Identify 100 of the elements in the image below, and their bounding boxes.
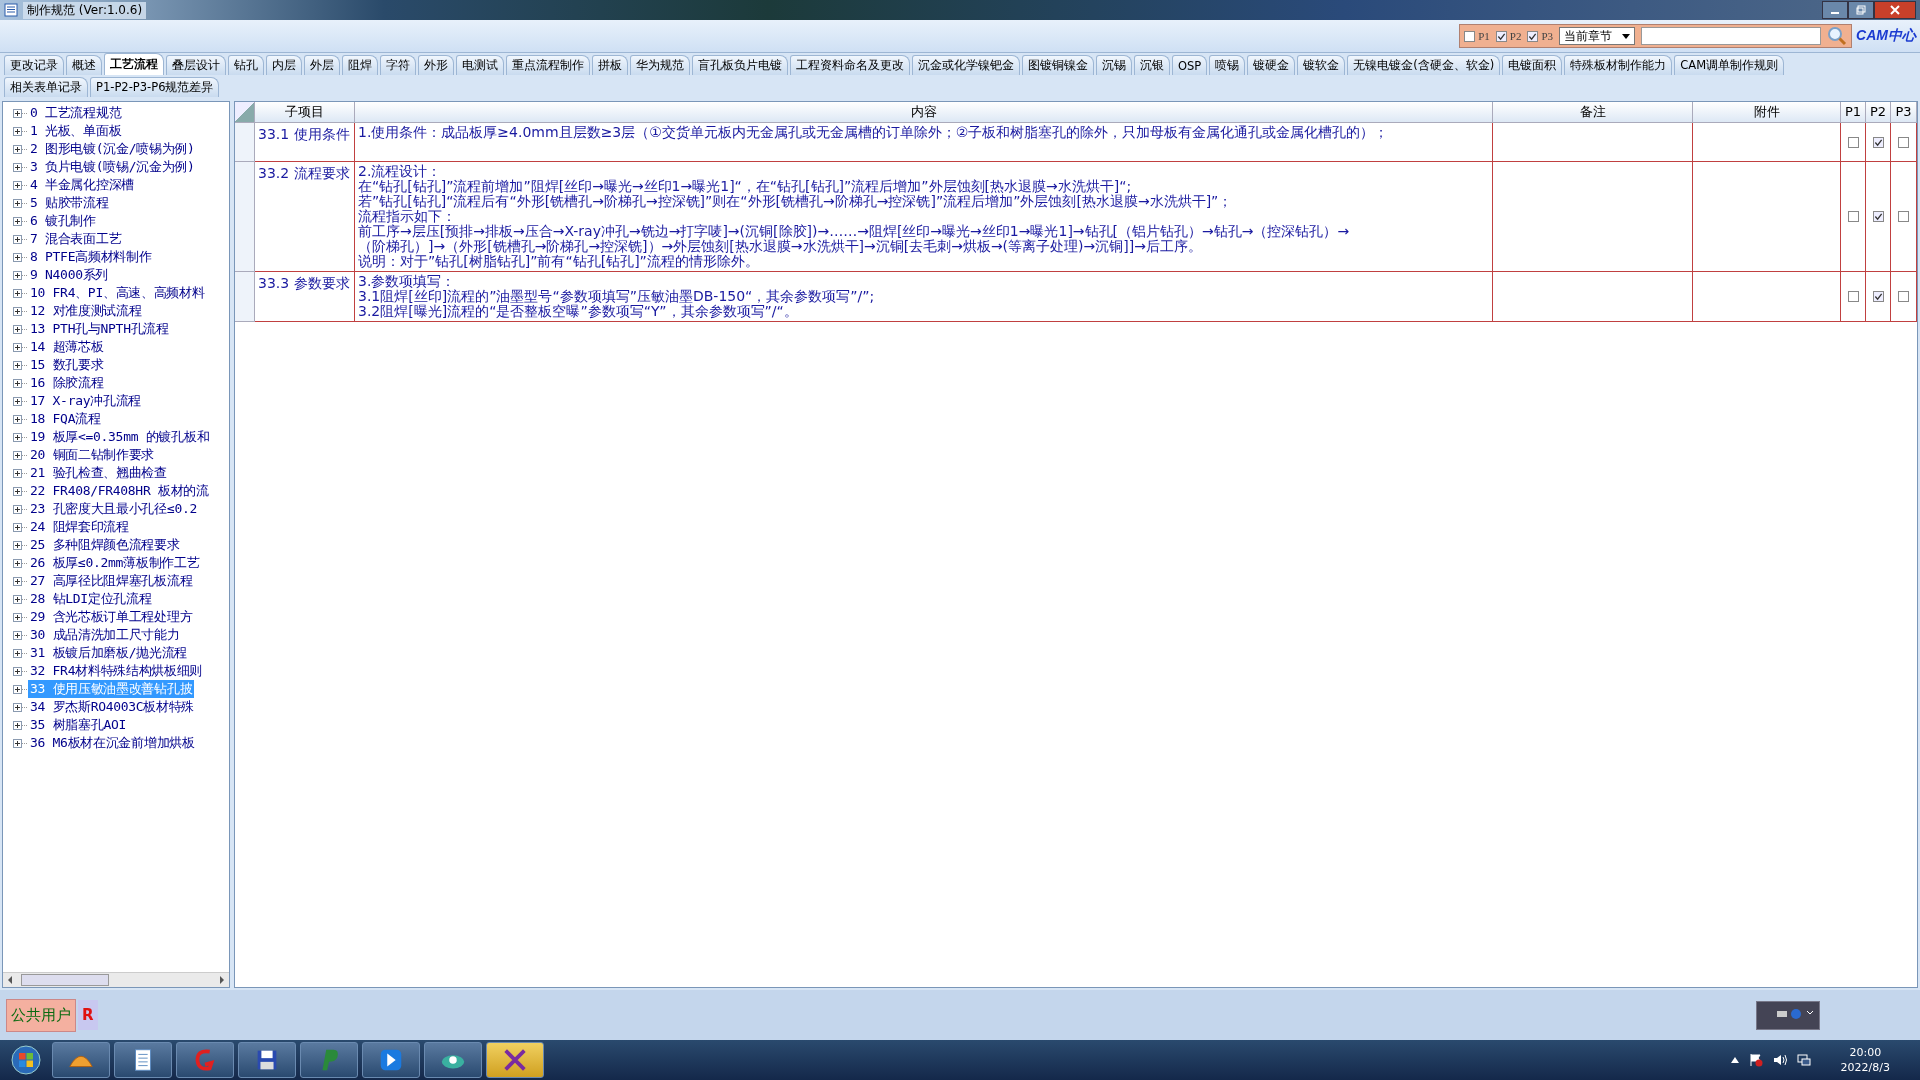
tab[interactable]: 喷锡	[1209, 55, 1246, 75]
expand-icon[interactable]	[13, 738, 22, 748]
tree-item[interactable]: 22 FR408/FR408HR 板材的流	[28, 482, 211, 500]
search-field[interactable]	[1641, 27, 1822, 45]
tree-item[interactable]: 2 图形电镀(沉金/喷锡为例)	[28, 140, 197, 158]
tree-item[interactable]: 34 罗杰斯RO4003C板材特殊	[28, 698, 197, 716]
filter-checkbox[interactable]: P1	[1464, 30, 1490, 42]
tab[interactable]: 字符	[380, 55, 416, 75]
expand-icon[interactable]	[13, 198, 22, 208]
expand-icon[interactable]	[13, 414, 22, 424]
tab[interactable]: 工程资料命名及更改	[790, 55, 910, 75]
expand-icon[interactable]	[13, 342, 22, 352]
search-icon[interactable]	[1827, 26, 1848, 46]
checkbox[interactable]	[1847, 291, 1859, 302]
taskbar-app[interactable]	[114, 1042, 172, 1078]
expand-icon[interactable]	[13, 360, 22, 370]
tab[interactable]: 镀硬金	[1247, 55, 1296, 75]
expand-icon[interactable]	[13, 504, 22, 514]
checkbox[interactable]	[1898, 291, 1909, 302]
tab[interactable]: 重点流程制作	[506, 55, 590, 75]
tab[interactable]: 工艺流程	[104, 53, 164, 75]
expand-icon[interactable]	[13, 288, 22, 298]
tree-item[interactable]: 23 孔密度大且最小孔径≤0.2	[28, 500, 199, 518]
filter-checkbox[interactable]: P3	[1527, 30, 1554, 42]
tree-item[interactable]: 28 钻LDI定位孔流程	[28, 590, 154, 608]
expand-icon[interactable]	[13, 450, 22, 460]
expand-icon[interactable]	[13, 126, 22, 136]
expand-icon[interactable]	[13, 306, 22, 316]
expand-icon[interactable]	[13, 234, 22, 244]
minimize-button[interactable]	[1822, 1, 1848, 19]
tree-item[interactable]: 15 数孔要求	[28, 356, 106, 374]
expand-icon[interactable]	[13, 576, 22, 586]
tab[interactable]: 电测试	[456, 55, 504, 75]
tree-item[interactable]: 8 PTFE高频材料制作	[28, 248, 154, 266]
taskbar-app[interactable]	[238, 1042, 296, 1078]
tree-item[interactable]: 13 PTH孔与NPTH孔流程	[28, 320, 171, 338]
tree-item[interactable]: 26 板厚≤0.2mm薄板制作工艺	[28, 554, 202, 572]
tree-item[interactable]: 30 成品清洗加工尺寸能力	[28, 626, 182, 644]
tab[interactable]: 盲孔板负片电镀	[692, 55, 788, 75]
expand-icon[interactable]	[13, 468, 22, 478]
tab[interactable]: 钻孔	[228, 55, 264, 75]
filter-checkbox[interactable]: P2	[1495, 30, 1522, 42]
expand-icon[interactable]	[13, 378, 22, 388]
checkbox[interactable]	[1898, 211, 1909, 222]
close-button[interactable]	[1874, 1, 1916, 19]
expand-icon[interactable]	[13, 486, 22, 496]
tree-item[interactable]: 29 含光芯板订单工程处理方	[28, 608, 195, 626]
expand-icon[interactable]	[13, 270, 22, 280]
expand-icon[interactable]	[13, 648, 22, 658]
tree-item[interactable]: 31 板镀后加磨板/抛光流程	[28, 644, 190, 662]
tab[interactable]: CAM调单制作规则	[1674, 55, 1785, 75]
expand-icon[interactable]	[13, 522, 22, 532]
checkbox[interactable]	[1898, 136, 1909, 148]
horizontal-scrollbar[interactable]	[3, 972, 229, 987]
maximize-button[interactable]	[1848, 1, 1874, 19]
tab[interactable]: 阻焊	[342, 55, 378, 75]
tree-item[interactable]: 6 镀孔制作	[28, 212, 98, 230]
tab[interactable]: P1-P2-P3-P6规范差异	[90, 77, 220, 97]
expand-icon[interactable]	[13, 540, 22, 550]
tab[interactable]: 沉银	[1134, 55, 1170, 75]
checkbox[interactable]	[1847, 211, 1859, 222]
tree-item[interactable]: 3 负片电镀(喷锡/沉金为例)	[28, 158, 197, 176]
expand-icon[interactable]	[13, 216, 22, 226]
tree-item[interactable]: 9 N4000系列	[28, 266, 111, 284]
tab[interactable]: 外层	[304, 55, 340, 75]
tab[interactable]: 沉金或化学镍钯金	[912, 55, 1020, 75]
tree-item[interactable]: 10 FR4、PI、高速、高频材料	[28, 284, 207, 302]
tree-item[interactable]: 20 铜面二钻制作要求	[28, 446, 157, 464]
expand-icon[interactable]	[13, 162, 22, 172]
tab[interactable]: 概述	[66, 55, 102, 75]
tab[interactable]: 无镍电镀金(含硬金、软金)	[1347, 55, 1501, 75]
flag-icon[interactable]	[1748, 1053, 1763, 1067]
speaker-icon[interactable]	[1772, 1053, 1787, 1067]
expand-icon[interactable]	[13, 666, 22, 676]
expand-icon[interactable]	[13, 324, 22, 334]
clock[interactable]: 20:00 2022/8/3	[1840, 1045, 1890, 1075]
tab[interactable]: 图镀铜镍金	[1022, 55, 1094, 75]
expand-icon[interactable]	[13, 108, 22, 118]
tab[interactable]: 外形	[418, 55, 454, 75]
tab[interactable]: 拼板	[592, 55, 628, 75]
tree-item[interactable]: 4 半金属化控深槽	[28, 176, 136, 194]
tree-item[interactable]: 24 阻焊套印流程	[28, 518, 131, 536]
scrollbar-thumb[interactable]	[21, 974, 109, 986]
tree-item[interactable]: 17 X-ray冲孔流程	[28, 392, 143, 410]
expand-icon[interactable]	[13, 432, 22, 442]
tab[interactable]: 相关表单记录	[4, 77, 88, 97]
tab[interactable]: 叠层设计	[166, 55, 226, 75]
tree-item[interactable]: 19 板厚<=0.35mm 的镀孔板和	[28, 428, 212, 446]
tree-item[interactable]: 1 光板、单面板	[28, 122, 124, 140]
taskbar-app[interactable]	[424, 1042, 482, 1078]
tree-item[interactable]: 7 混合表面工艺	[28, 230, 124, 248]
expand-icon[interactable]	[13, 702, 22, 712]
taskbar-app[interactable]	[52, 1042, 110, 1078]
expand-icon[interactable]	[13, 684, 22, 694]
tab[interactable]: 沉锡	[1096, 55, 1132, 75]
expand-icon[interactable]	[13, 180, 22, 190]
tab[interactable]: 更改记录	[4, 55, 64, 75]
network-icon[interactable]	[1796, 1053, 1811, 1067]
tree-item[interactable]: 12 对准度测试流程	[28, 302, 144, 320]
expand-icon[interactable]	[13, 396, 22, 406]
